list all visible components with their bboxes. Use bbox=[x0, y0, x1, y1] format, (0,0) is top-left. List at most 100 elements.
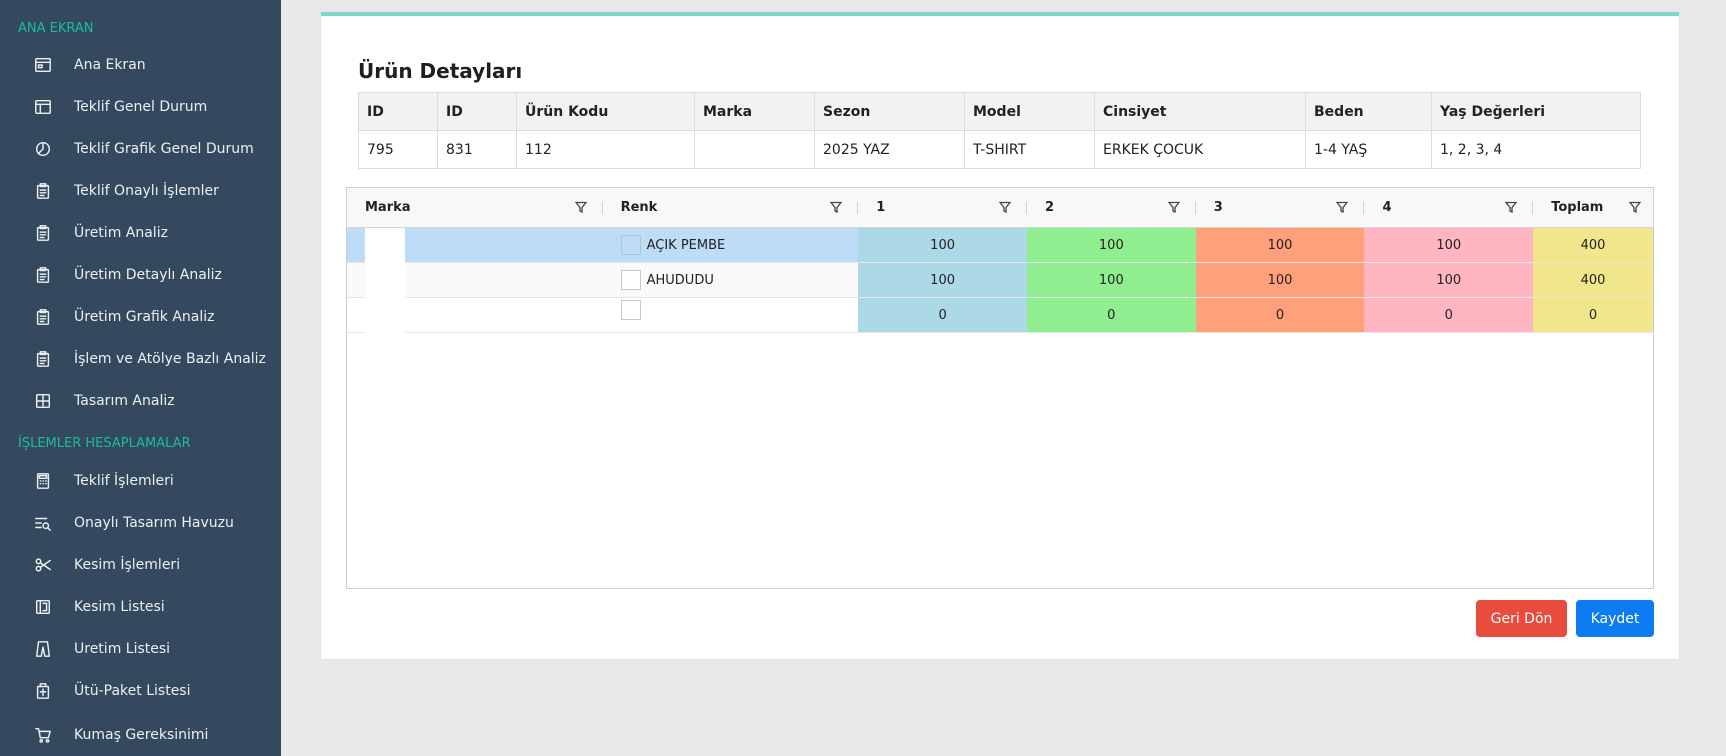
grid-cell-toplam: 400 bbox=[1533, 228, 1653, 262]
calculator-icon bbox=[33, 471, 53, 491]
grid-header-3[interactable]: 3 bbox=[1196, 188, 1365, 227]
sidebar-item-kesim-listesi[interactable]: Kesim Listesi bbox=[0, 586, 281, 628]
sidebar-item-label: Üretim Grafik Analiz bbox=[74, 309, 215, 325]
detail-cell-urun-kodu: 112 bbox=[516, 130, 695, 169]
grid-cell-renk[interactable] bbox=[603, 298, 859, 332]
sidebar: ANA EKRAN Ana Ekran Teklif Genel Durum T… bbox=[0, 0, 281, 756]
grid-cell-2[interactable]: 100 bbox=[1026, 228, 1196, 262]
grid-cell-3[interactable]: 100 bbox=[1195, 263, 1365, 297]
sidebar-item-label: Kumaş Gereksinimi bbox=[74, 727, 209, 743]
sidebar-item-teklif-grafik-genel-durum[interactable]: Teklif Grafik Genel Durum bbox=[0, 128, 281, 170]
grid-header-label: Marka bbox=[365, 200, 411, 215]
sidebar-item-teklif-genel-durum[interactable]: Teklif Genel Durum bbox=[0, 86, 281, 128]
sidebar-item-label: Teklif İşlemleri bbox=[74, 473, 174, 489]
grid-cell-1[interactable]: 0 bbox=[858, 298, 1027, 332]
sidebar-item-label: Teklif Genel Durum bbox=[74, 99, 208, 115]
sidebar-item-uretim-grafik-analiz[interactable]: Üretim Grafik Analiz bbox=[0, 296, 281, 338]
grid-cell-renk[interactable]: AHUDUDU bbox=[602, 263, 859, 297]
detail-header-row: ID ID Ürün Kodu Marka Sezon Model Cinsiy… bbox=[358, 92, 1641, 131]
grid-header-label: 4 bbox=[1382, 200, 1392, 215]
filter-icon[interactable] bbox=[1336, 201, 1349, 214]
page-title: Ürün Detayları bbox=[358, 59, 523, 83]
filter-icon[interactable] bbox=[574, 201, 587, 214]
sidebar-item-tasarim-analiz[interactable]: Tasarım Analiz bbox=[0, 380, 281, 422]
grid-header-label: 2 bbox=[1044, 200, 1054, 215]
grid-cell-2[interactable]: 0 bbox=[1026, 298, 1196, 332]
grid-header-marka[interactable]: Marka bbox=[347, 188, 603, 227]
grid-header-1[interactable]: 1 bbox=[858, 188, 1027, 227]
list-search-icon bbox=[33, 513, 53, 533]
row-checkbox[interactable] bbox=[620, 300, 641, 320]
grid-header-2[interactable]: 2 bbox=[1027, 188, 1196, 227]
grid-cell-marka[interactable] bbox=[347, 227, 603, 263]
marka-placeholder bbox=[365, 262, 405, 298]
grid-cell-1[interactable]: 100 bbox=[858, 263, 1027, 297]
sidebar-item-islem-atolye-analiz[interactable]: İşlem ve Atölye Bazlı Analiz bbox=[0, 338, 281, 380]
sidebar-item-kesim-islemleri[interactable]: Kesim İşlemleri bbox=[0, 544, 281, 586]
sidebar-item-utu-paket-listesi[interactable]: Ütü-Paket Listesi bbox=[0, 670, 281, 712]
sidebar-item-teklif-onayli-islemler[interactable]: Teklif Onaylı İşlemler bbox=[0, 170, 281, 212]
section-title-ana-ekran: ANA EKRAN bbox=[18, 21, 94, 36]
filter-icon[interactable] bbox=[1504, 201, 1518, 214]
table-row[interactable]: AHUDUDU 100 100 100 100 400 bbox=[347, 262, 1653, 298]
filter-icon[interactable] bbox=[829, 201, 843, 214]
clipboard-icon bbox=[33, 349, 53, 369]
filter-icon[interactable] bbox=[1167, 201, 1181, 214]
sidebar-item-kumas-gereksinimi[interactable]: Kumaş Gereksinimi bbox=[0, 714, 281, 756]
detail-header: Yaş Değerleri bbox=[1431, 92, 1641, 131]
grid-header-toplam[interactable]: Toplam bbox=[1533, 188, 1653, 227]
sidebar-item-uretim-listesi[interactable]: Uretim Listesi bbox=[0, 628, 281, 670]
sidebar-item-label: Onaylı Tasarım Havuzu bbox=[74, 515, 234, 531]
table-row[interactable]: 0 0 0 0 0 bbox=[347, 297, 1653, 333]
grid-cell-marka[interactable] bbox=[347, 262, 603, 298]
grid-cell-2[interactable]: 100 bbox=[1026, 263, 1196, 297]
grid-header-4[interactable]: 4 bbox=[1364, 188, 1534, 227]
clipboard-icon bbox=[33, 223, 53, 243]
grid-cell-renk[interactable]: AÇIK PEMBE bbox=[602, 228, 859, 262]
sidebar-item-label: Ütü-Paket Listesi bbox=[74, 683, 191, 699]
grid-header-row: Marka Renk 1 2 3 4 Toplam bbox=[347, 188, 1653, 228]
table-row[interactable]: AÇIK PEMBE 100 100 100 100 400 bbox=[347, 227, 1653, 263]
pie-chart-icon bbox=[33, 139, 53, 159]
grid-header-renk[interactable]: Renk bbox=[603, 188, 859, 227]
detail-header: ID bbox=[437, 92, 517, 131]
product-detail-table: ID ID Ürün Kodu Marka Sezon Model Cinsiy… bbox=[358, 92, 1641, 169]
grid-cell-3[interactable]: 100 bbox=[1195, 228, 1365, 262]
detail-row: 795 831 112 2025 YAZ T-SHIRT ERKEK ÇOCUK… bbox=[358, 130, 1641, 169]
grid-cell-4[interactable]: 100 bbox=[1364, 263, 1534, 297]
grid-header-label: Toplam bbox=[1551, 200, 1604, 215]
sidebar-item-uretim-detayli-analiz[interactable]: Üretim Detaylı Analiz bbox=[0, 254, 281, 296]
filter-icon[interactable] bbox=[998, 201, 1012, 214]
sidebar-item-label: Üretim Detaylı Analiz bbox=[74, 267, 222, 283]
detail-cell-model: T-SHIRT bbox=[964, 130, 1095, 169]
clipboard-icon bbox=[33, 307, 53, 327]
detail-header: Marka bbox=[694, 92, 815, 131]
grid-cell-3[interactable]: 0 bbox=[1195, 298, 1365, 332]
grid-header-label: 1 bbox=[876, 200, 886, 215]
sidebar-item-teklif-islemleri[interactable]: Teklif İşlemleri bbox=[0, 460, 281, 502]
grid-cell-marka[interactable] bbox=[347, 297, 603, 333]
product-detail-card: Ürün Detayları ID ID Ürün Kodu Marka Sez… bbox=[321, 12, 1679, 659]
back-button[interactable]: Geri Dön bbox=[1476, 600, 1567, 637]
filter-icon[interactable] bbox=[1628, 201, 1642, 214]
sidebar-item-label: Tasarım Analiz bbox=[74, 393, 175, 409]
window-icon bbox=[33, 55, 53, 75]
sidebar-item-uretim-analiz[interactable]: Üretim Analiz bbox=[0, 212, 281, 254]
detail-header: Beden bbox=[1305, 92, 1432, 131]
row-checkbox[interactable] bbox=[620, 235, 641, 255]
cart-icon bbox=[33, 725, 53, 745]
clipboard-icon bbox=[33, 265, 53, 285]
detail-cell-id2: 831 bbox=[437, 130, 517, 169]
grid-icon bbox=[33, 391, 53, 411]
row-checkbox[interactable] bbox=[620, 270, 641, 290]
grid-cell-1[interactable]: 100 bbox=[858, 228, 1027, 262]
layout-icon bbox=[33, 97, 53, 117]
grid-cell-4[interactable]: 0 bbox=[1364, 298, 1534, 332]
detail-cell-marka bbox=[694, 130, 815, 169]
sidebar-item-label: Üretim Analiz bbox=[74, 225, 168, 241]
grid-cell-4[interactable]: 100 bbox=[1364, 228, 1534, 262]
grid-header-label: 3 bbox=[1213, 200, 1223, 215]
sidebar-item-ana-ekran[interactable]: Ana Ekran bbox=[0, 44, 281, 86]
sidebar-item-onayli-tasarim-havuzu[interactable]: Onaylı Tasarım Havuzu bbox=[0, 502, 281, 544]
save-button[interactable]: Kaydet bbox=[1576, 600, 1654, 637]
